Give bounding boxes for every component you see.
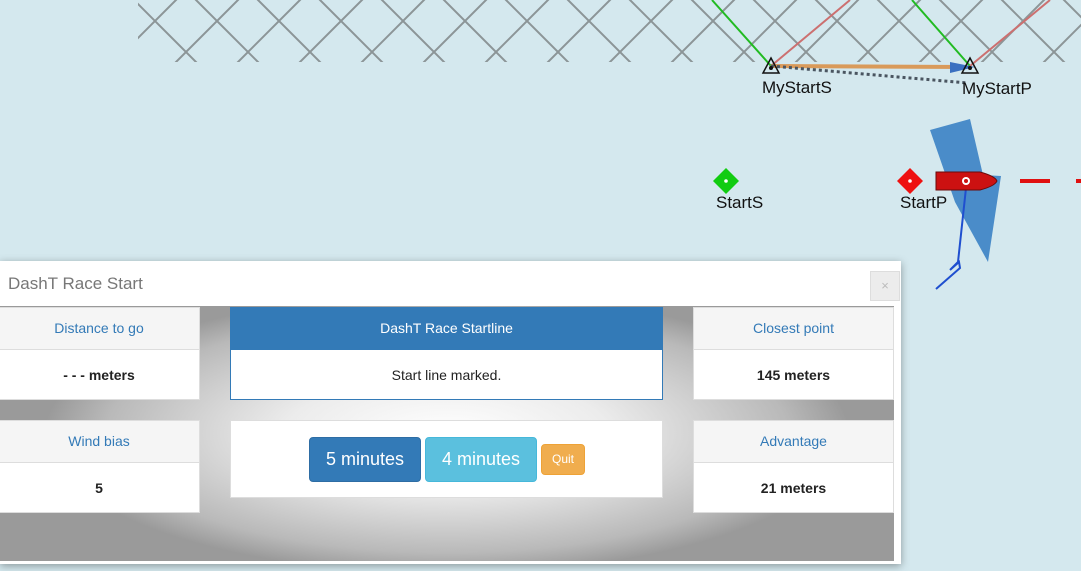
layline-green-port	[911, 0, 971, 67]
label-start-s: StartS	[716, 193, 764, 212]
hatch-line	[138, 0, 178, 40]
hatch-line	[380, 0, 446, 62]
hatch-line	[236, 0, 302, 62]
hatch-line	[814, 0, 880, 62]
five-minutes-button[interactable]: 5 minutes	[309, 437, 421, 482]
startline-status: Start line marked.	[391, 367, 502, 383]
hatch-line	[256, 0, 322, 62]
hatch-line	[0, 0, 85, 75]
distance-card: Distance to go - - - meters	[0, 307, 200, 400]
closest-point-label: Closest point	[694, 308, 893, 350]
closest-point-card: Closest point 145 meters	[693, 307, 894, 400]
boat-icon	[935, 171, 998, 191]
my-start-line	[770, 64, 967, 69]
hatch-line	[504, 0, 570, 62]
timer-buttons-card: 5 minutes 4 minutes Quit	[230, 420, 663, 498]
distance-label: Distance to go	[0, 308, 199, 350]
close-button[interactable]: ×	[870, 271, 900, 301]
hatch-line	[484, 0, 550, 62]
start-s-mark-icon	[713, 168, 739, 194]
advantage-label: Advantage	[694, 421, 893, 463]
startline-label: DashT Race Startline	[231, 308, 662, 350]
hatch-line	[422, 0, 488, 62]
wind-bias-value: 5	[95, 480, 103, 496]
dashboard-panel: Distance to go - - - meters DashT Race S…	[0, 306, 894, 561]
hatch-line	[876, 0, 942, 62]
distance-value: - - - meters	[63, 367, 135, 383]
layline-red-port	[969, 0, 1051, 67]
hatch-line	[794, 0, 860, 62]
dialog-title: DashT Race Start	[8, 274, 143, 293]
advantage-card: Advantage 21 meters	[693, 420, 894, 513]
hatch-line	[752, 0, 818, 62]
hatch-line	[62, 0, 147, 75]
label-my-start-p: MyStartP	[962, 79, 1032, 98]
hatch-line	[546, 0, 612, 62]
advantage-value: 21 meters	[760, 480, 827, 496]
hatch-line	[174, 0, 240, 62]
startline-card: DashT Race Startline Start line marked.	[230, 307, 663, 400]
hatch-line	[360, 0, 426, 62]
hatch-line	[318, 0, 384, 62]
hatch-line	[442, 0, 508, 62]
wind-bias-card: Wind bias 5	[0, 420, 200, 513]
hatch-line	[608, 0, 674, 62]
hatch-line	[628, 0, 694, 62]
hatch-line	[732, 0, 798, 62]
hatch-line	[980, 0, 1046, 62]
wind-bias-label: Wind bias	[0, 421, 199, 463]
hatch-line	[566, 0, 632, 62]
race-start-dialog: DashT Race Start × Distance to go - - - …	[0, 261, 901, 564]
four-minutes-button[interactable]: 4 minutes	[425, 437, 537, 482]
restricted-area-hatch	[0, 0, 1081, 75]
hatch-line	[138, 2, 198, 62]
label-my-start-s: MyStartS	[762, 78, 832, 97]
hatch-line	[39, 0, 124, 75]
hatch-line	[856, 0, 922, 62]
dialog-titlebar[interactable]: DashT Race Start ×	[0, 261, 901, 306]
hatch-line	[194, 0, 260, 62]
label-start-p: StartP	[900, 193, 948, 212]
hatch-line	[298, 0, 364, 62]
start-p-mark-icon	[897, 168, 923, 194]
quit-button[interactable]: Quit	[541, 444, 585, 475]
hatch-line	[670, 0, 736, 62]
closest-point-value: 145 meters	[756, 367, 831, 383]
hatch-line	[690, 0, 756, 62]
hatch-line	[918, 0, 984, 62]
hatch-line	[0, 0, 62, 75]
